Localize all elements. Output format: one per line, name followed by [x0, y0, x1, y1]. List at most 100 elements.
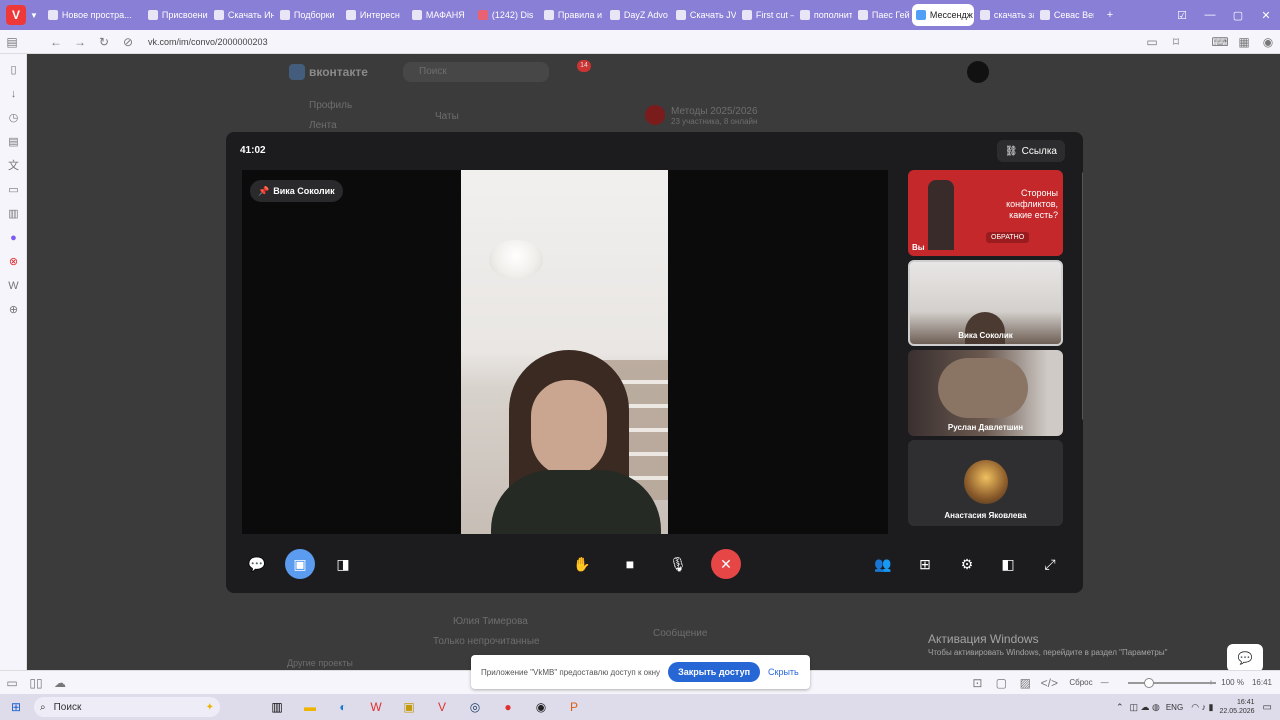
chat-item-name[interactable]: Юлия Тимерова: [453, 616, 528, 627]
language-indicator[interactable]: ENG: [1166, 703, 1183, 712]
bookmarks-panel-icon[interactable]: ▯: [0, 58, 27, 82]
menu-caret-icon[interactable]: ▼: [30, 11, 38, 20]
participant-tile[interactable]: Анастасия Яковлева: [908, 440, 1063, 526]
tab-active[interactable]: Мессендж: [911, 4, 974, 26]
vivaldi-taskbar-icon[interactable]: V: [430, 697, 454, 717]
forward-arrow-icon[interactable]: →: [68, 35, 92, 49]
close-window-icon[interactable]: ✕: [1252, 9, 1280, 22]
notification-badge[interactable]: 14: [577, 60, 591, 72]
tiling-icon[interactable]: ▯▯: [24, 676, 48, 690]
zoom-reset-button[interactable]: Сброс: [1069, 678, 1092, 687]
profile-icon[interactable]: ◉: [1256, 35, 1280, 49]
tab[interactable]: Интересн: [342, 4, 406, 26]
powerpoint-icon[interactable]: P: [562, 697, 586, 717]
camera-indicator-icon[interactable]: ▭: [1140, 35, 1164, 49]
raise-hand-icon[interactable]: ✋: [567, 549, 597, 579]
tab[interactable]: пополнит: [796, 4, 852, 26]
participants-scrollbar[interactable]: [1082, 172, 1083, 420]
windows-start-icon[interactable]: ⊞: [4, 697, 28, 717]
tab[interactable]: First cut —: [738, 4, 794, 26]
calendar-icon[interactable]: ▦: [1232, 35, 1256, 49]
translate-icon[interactable]: 文: [0, 154, 27, 178]
maximize-icon[interactable]: ▢: [1224, 9, 1252, 22]
microphone-icon[interactable]: 🎙: [663, 549, 693, 579]
tab[interactable]: (1242) Dis: [474, 4, 538, 26]
task-view-icon[interactable]: ▥: [265, 697, 289, 717]
new-tab-plus-icon[interactable]: +: [1096, 9, 1124, 21]
mastodon-icon[interactable]: ●: [0, 226, 27, 250]
add-panel-icon[interactable]: ⊕: [0, 298, 27, 322]
only-unread-toggle[interactable]: Только непрочитанные: [433, 636, 540, 647]
tab[interactable]: МАФАНЯ: [408, 4, 472, 26]
wikipedia-icon[interactable]: W: [0, 274, 27, 298]
picture-in-picture-icon[interactable]: ◧: [993, 549, 1023, 579]
history-icon[interactable]: ◷: [0, 106, 27, 130]
zoom-slider[interactable]: [1128, 682, 1216, 684]
hide-banner-link[interactable]: Скрыть: [768, 667, 799, 677]
bookmark-icon[interactable]: ⌑: [1164, 35, 1188, 49]
tab[interactable]: Скачать Ин: [210, 4, 274, 26]
tile-icon[interactable]: ▢: [989, 676, 1013, 690]
wps-icon[interactable]: W: [364, 697, 388, 717]
tab[interactable]: Паес Гейм: [854, 4, 910, 26]
vivaldi-shield-icon[interactable]: ☑: [1168, 9, 1196, 22]
screen-share-button[interactable]: ▣: [285, 549, 315, 579]
tab[interactable]: Присвоение: [144, 4, 208, 26]
zoom-out-icon[interactable]: —: [1101, 678, 1109, 687]
zoom-slider-knob[interactable]: [1144, 678, 1154, 688]
tab[interactable]: DayZ Advo: [606, 4, 670, 26]
image-icon[interactable]: ▨: [1013, 676, 1037, 690]
url-field[interactable]: vk.com/im/convo/2000000203: [148, 37, 268, 47]
tray-chevron-icon[interactable]: ⌃: [1116, 702, 1124, 713]
user-avatar[interactable]: [967, 61, 989, 83]
notification-center-icon[interactable]: ▭: [1263, 702, 1272, 713]
tab[interactable]: Севас Вег: [1036, 4, 1094, 26]
message-input-placeholder[interactable]: Сообщение: [653, 628, 707, 639]
tab[interactable]: скачать за: [976, 4, 1034, 26]
record-icon[interactable]: ◨: [328, 549, 358, 579]
nav-feed[interactable]: Лента: [309, 120, 337, 131]
vivaldi-icon[interactable]: ⊗: [0, 250, 27, 274]
panel-icon[interactable]: ▭: [0, 676, 24, 690]
steam-icon[interactable]: ◎: [463, 697, 487, 717]
tab[interactable]: Правила и: [540, 4, 604, 26]
pinned-speaker-badge[interactable]: 📌 Вика Соколик: [250, 180, 343, 202]
edge-icon[interactable]: ◐: [331, 697, 355, 717]
participant-tile[interactable]: Руслан Давлетшин: [908, 350, 1063, 436]
tab[interactable]: Подборки: [276, 4, 340, 26]
code-icon[interactable]: </>: [1037, 676, 1061, 690]
chat-bubble-icon[interactable]: 💬: [242, 549, 272, 579]
app-dark-icon[interactable]: ◉: [529, 697, 553, 717]
other-projects-link[interactable]: Другие проекты: [287, 658, 353, 668]
tray-app-icons[interactable]: ◫ ☁ ◍: [1129, 702, 1159, 713]
tab[interactable]: Скачать JV: [672, 4, 736, 26]
taskbar-search[interactable]: ⌕ Поиск ✦: [34, 697, 220, 717]
reading-list-icon[interactable]: ▭: [0, 178, 27, 202]
nav-profile[interactable]: Профиль: [309, 100, 352, 111]
chat-fab-icon[interactable]: 💬: [1227, 644, 1263, 672]
camera-icon[interactable]: ■: [615, 549, 645, 579]
participant-tile-self[interactable]: Стороны конфликтов, какие есть? ОБРАТНО …: [908, 170, 1063, 256]
grid-layout-icon[interactable]: ⊞: [910, 549, 940, 579]
copy-link-button[interactable]: ⛓ Ссылка: [996, 140, 1065, 162]
close-access-button[interactable]: Закрыть доступ: [668, 662, 761, 682]
fullscreen-icon[interactable]: ⤢: [1035, 549, 1065, 579]
downloads-icon[interactable]: ↓: [0, 82, 27, 106]
window-panel-icon[interactable]: ▥: [0, 202, 27, 226]
app-red-icon[interactable]: ●: [496, 697, 520, 717]
minimize-icon[interactable]: —: [1196, 9, 1224, 21]
back-arrow-icon[interactable]: ←: [44, 35, 68, 49]
tab[interactable]: Новое простра...: [44, 4, 142, 26]
app-icon[interactable]: ▣: [397, 697, 421, 717]
capture-icon[interactable]: ⊡: [965, 676, 989, 690]
tray-status-icons[interactable]: ◠ ♪ ▮: [1191, 702, 1213, 713]
main-video-stage[interactable]: 📌 Вика Соколик: [242, 170, 888, 534]
panel-toggle-icon[interactable]: ▤: [0, 35, 24, 49]
file-explorer-icon[interactable]: ▬: [298, 697, 322, 717]
settings-gear-icon[interactable]: ⚙: [952, 549, 982, 579]
notes-icon[interactable]: ▤: [0, 130, 27, 154]
participants-icon[interactable]: 👥: [868, 549, 898, 579]
keyboard-icon[interactable]: ⌨: [1208, 35, 1232, 49]
site-info-icon[interactable]: ⊘: [116, 35, 140, 49]
vivaldi-logo-icon[interactable]: V: [6, 5, 26, 25]
